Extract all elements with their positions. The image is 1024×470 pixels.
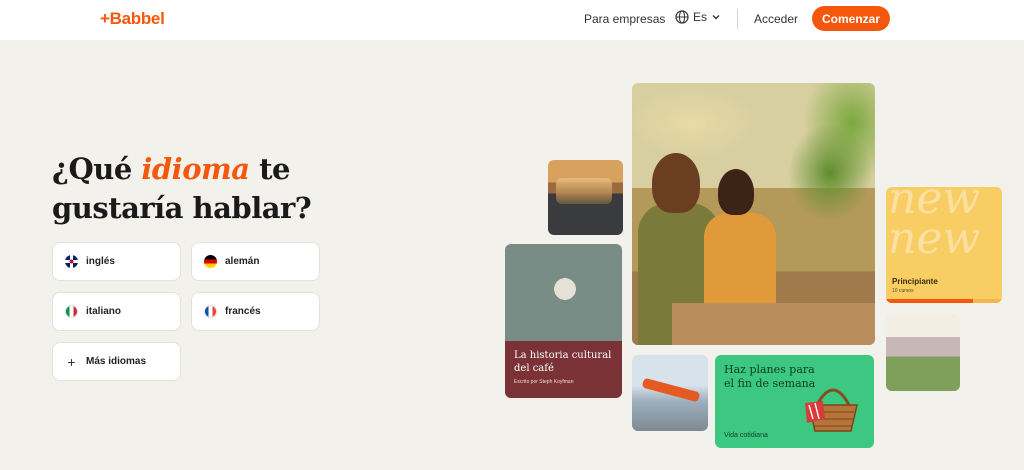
hero-title: ¿Qué idioma te gustaría hablar? <box>52 150 312 228</box>
card-tag: Vida cotidiana <box>724 432 768 439</box>
more-languages-button[interactable]: + Más idiomas <box>52 342 181 381</box>
login-link[interactable]: Acceder <box>754 12 798 26</box>
language-selector[interactable]: Es <box>675 10 721 24</box>
beginner-course-card[interactable]: new new Principiante 10 cursos <box>886 187 1002 303</box>
uk-flag-icon <box>65 255 78 268</box>
garden-photo <box>886 314 960 391</box>
card-subtitle: Escrito por Steph Koyfman <box>514 379 574 385</box>
card-subtitle: 10 cursos <box>892 288 914 294</box>
title-part: te <box>249 152 290 186</box>
language-option-italian[interactable]: italiano <box>52 292 181 331</box>
germany-flag-icon <box>204 255 217 268</box>
language-option-english[interactable]: inglés <box>52 242 181 281</box>
weekend-plans-card[interactable]: Haz planes para el fin de semana Vida co… <box>715 355 874 448</box>
card-title: La historia cultural del café <box>514 350 612 374</box>
person-shape <box>704 213 776 313</box>
france-flag-icon <box>204 305 217 318</box>
cafe-history-card[interactable]: La historia cultural del café Escrito po… <box>505 341 622 398</box>
top-nav: +Babbel Para empresas Es Acceder Comenza… <box>0 0 1024 40</box>
friends-toasting-photo <box>632 83 875 345</box>
chevron-down-icon <box>712 15 720 20</box>
airplane-wing-photo <box>632 355 708 431</box>
title-part: ¿Qué <box>52 152 142 186</box>
language-label: alemán <box>225 256 260 267</box>
language-option-french[interactable]: francés <box>191 292 320 331</box>
car-window-photo <box>548 160 623 235</box>
italy-flag-icon <box>65 305 78 318</box>
nav-divider <box>737 9 738 29</box>
language-option-german[interactable]: alemán <box>191 242 320 281</box>
coffee-table-photo <box>505 244 622 344</box>
progress-bar <box>886 299 1002 303</box>
title-line-2: gustaría hablar? <box>52 191 312 225</box>
language-label: francés <box>225 306 261 317</box>
table-shape <box>672 303 875 345</box>
babbel-logo[interactable]: +Babbel <box>100 9 165 29</box>
person-shape <box>718 169 754 215</box>
language-code: Es <box>693 10 708 24</box>
business-link[interactable]: Para empresas <box>584 12 665 26</box>
picnic-basket-icon <box>805 388 858 432</box>
card-title: Principiante <box>892 277 938 286</box>
language-label: inglés <box>86 256 115 267</box>
new-watermark: new new <box>888 187 981 264</box>
person-shape <box>652 153 700 213</box>
title-accent: idioma <box>141 152 250 186</box>
start-button[interactable]: Comenzar <box>812 6 890 31</box>
language-label: italiano <box>86 306 122 317</box>
globe-icon <box>675 10 689 24</box>
progress-fill <box>886 299 973 303</box>
more-languages-label: Más idiomas <box>86 356 147 367</box>
plus-icon: + <box>67 353 76 370</box>
